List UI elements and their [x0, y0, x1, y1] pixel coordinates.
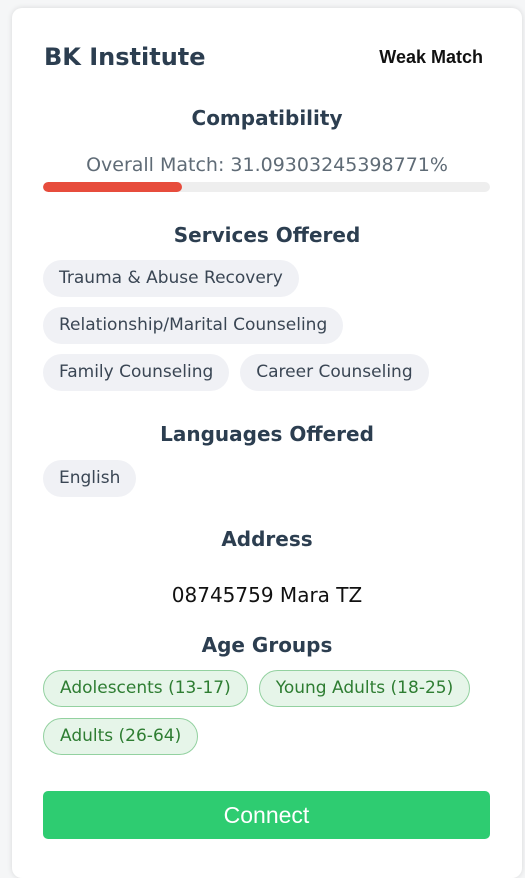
language-tag: English: [43, 460, 137, 497]
service-tag: Family Counseling: [43, 354, 230, 391]
address-title: Address: [221, 527, 313, 551]
connect-button[interactable]: Connect: [43, 791, 490, 839]
card-header: BK Institute Weak Match: [44, 43, 489, 71]
age-group-tag: Adolescents (13-17): [43, 670, 248, 707]
age-group-tag: Young Adults (18-25): [258, 670, 471, 707]
age-groups-tag-list: Adolescents (13-17) Young Adults (18-25)…: [43, 670, 493, 755]
compatibility-progress-bar: [43, 182, 490, 192]
match-strength-label: Weak Match: [379, 46, 483, 67]
address-value: 08745759 Mara TZ: [171, 583, 363, 607]
service-tag: Trauma & Abuse Recovery: [43, 260, 299, 297]
languages-tag-list: English: [43, 460, 493, 497]
provider-card: BK Institute Weak Match Compatibility Ov…: [12, 8, 522, 878]
age-groups-title: Age Groups: [201, 633, 333, 657]
service-tag: Career Counseling: [240, 354, 429, 391]
services-title: Services Offered: [173, 223, 361, 247]
compatibility-title: Compatibility: [191, 106, 343, 130]
overall-match-text: Overall Match: 31.09303245398771%: [86, 154, 448, 176]
provider-name: BK Institute: [44, 43, 206, 71]
services-tag-list: Trauma & Abuse Recovery Relationship/Mar…: [43, 260, 493, 391]
languages-title: Languages Offered: [160, 422, 374, 446]
compatibility-progress-fill: [43, 182, 182, 192]
service-tag: Relationship/Marital Counseling: [43, 307, 344, 344]
age-group-tag: Adults (26-64): [43, 718, 199, 755]
